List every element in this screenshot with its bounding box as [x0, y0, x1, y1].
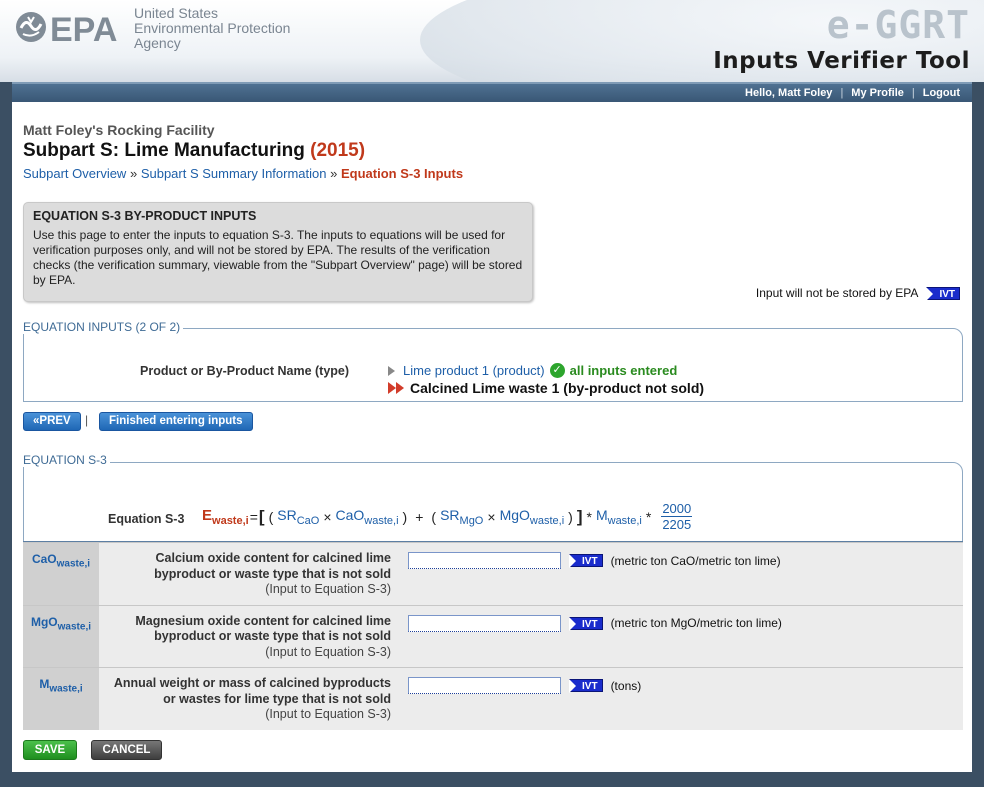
- breadcrumb-subpart-overview[interactable]: Subpart Overview: [23, 166, 126, 181]
- eq-mgo-waste: MgOwaste,i: [499, 507, 565, 527]
- breadcrumb-separator: »: [330, 166, 338, 181]
- prev-label: PREV: [39, 415, 71, 427]
- site-header: EPA United States Environmental Protecti…: [0, 0, 984, 82]
- equation-inputs-heading: EQUATION INPUTS (2 OF 2): [23, 320, 184, 334]
- variable-name: CaOwaste,i: [23, 542, 99, 605]
- current-product-name: Calcined Lime waste 1 (by-product not so…: [410, 379, 705, 396]
- breadcrumb-separator: »: [129, 166, 138, 181]
- eq-paren: ): [402, 509, 408, 525]
- annual-mass-input[interactable]: [408, 677, 561, 694]
- product-link[interactable]: Lime product 1 (product): [403, 363, 545, 378]
- input-cell: IVT (metric ton MgO/metric ton lime): [399, 604, 963, 668]
- eq-plus: +: [415, 509, 424, 525]
- equation-label: Equation S-3: [108, 512, 185, 526]
- eq-fraction-denominator: 2205: [662, 517, 692, 532]
- breadcrumb-summary-information[interactable]: Subpart S Summary Information: [141, 166, 327, 181]
- equation-heading: EQUATION S-3: [23, 453, 110, 467]
- variable-name: MgOwaste,i: [23, 604, 99, 668]
- ivt-badge-icon: IVT: [569, 616, 603, 631]
- ivt-legend-text: Input will not be stored by EPA: [755, 286, 919, 300]
- variable-description: Calcium oxide content for calcined lime …: [99, 542, 399, 605]
- product-name-label: Product or By-Product Name (type): [140, 364, 350, 378]
- app-name: e-GGRT: [826, 3, 970, 47]
- input-cell: IVT (metric ton CaO/metric ton lime): [399, 542, 963, 605]
- epa-logo-icon[interactable]: EPA: [12, 8, 132, 46]
- unit-label: (metric ton CaO/metric ton lime): [610, 553, 781, 568]
- unit-label: (tons): [610, 678, 642, 693]
- eq-sr-mgo: SRMgO: [440, 507, 484, 527]
- eq-bracket: ]: [576, 507, 583, 526]
- equation-formula: Ewaste,i = [ ( SRCaO × CaOwaste,i ) + ( …: [202, 501, 693, 532]
- logout-link[interactable]: Logout: [923, 87, 960, 99]
- reporting-year: (2015): [310, 140, 366, 161]
- cao-content-input[interactable]: [408, 552, 561, 569]
- checkmark-icon: ✓: [549, 363, 565, 378]
- product-list: Lime product 1 (product) ✓ all inputs en…: [388, 362, 704, 396]
- user-nav-bar: Hello, Matt Foley | My Profile | Logout: [12, 82, 972, 102]
- svg-text:EPA: EPA: [50, 11, 117, 46]
- eq-paren: (: [268, 509, 274, 525]
- eq-times: ×: [323, 509, 332, 525]
- arrow-right-icon: [388, 365, 395, 376]
- instructions-title: EQUATION S-3 BY-PRODUCT INPUTS: [33, 209, 257, 223]
- cancel-button[interactable]: CANCEL: [91, 740, 162, 760]
- eq-cao-waste: CaOwaste,i: [335, 507, 399, 527]
- variable-description: Magnesium oxide content for calcined lim…: [99, 604, 399, 668]
- product-item-current: Calcined Lime waste 1 (by-product not so…: [388, 379, 704, 396]
- eq-sr-cao: SRCaO: [277, 507, 320, 527]
- eq-paren: ): [568, 509, 573, 525]
- eq-lhs: Ewaste,i: [202, 507, 249, 527]
- variable-name: Mwaste,i: [23, 667, 99, 730]
- eq-m-waste: Mwaste,i: [595, 507, 642, 527]
- my-profile-link[interactable]: My Profile: [851, 87, 904, 99]
- eq-star: *: [645, 509, 652, 525]
- instructions-text: Use this page to enter the inputs to equ…: [33, 228, 523, 287]
- inputs-table: CaOwaste,i Calcium oxide content for cal…: [23, 542, 963, 730]
- agency-name: United States Environmental Protection A…: [134, 6, 290, 51]
- user-greeting: Hello, Matt Foley: [745, 87, 833, 99]
- breadcrumb-current-page: Equation S-3 Inputs: [341, 166, 464, 181]
- ivt-badge-icon: IVT: [569, 679, 603, 693]
- product-status: all inputs entered: [569, 363, 678, 378]
- facility-name: Matt Foley's Rocking Facility: [23, 122, 215, 138]
- eq-fraction: 2000 2205: [661, 501, 693, 532]
- ivt-badge-icon: IVT: [926, 286, 960, 301]
- tool-title: Inputs Verifier Tool: [713, 48, 970, 74]
- input-cell: IVT (tons): [399, 667, 963, 730]
- unit-label: (metric ton MgO/metric ton lime): [610, 616, 782, 630]
- eq-fraction-numerator: 2000: [661, 501, 693, 517]
- prev-button[interactable]: «PREV: [23, 412, 81, 431]
- table-row: CaOwaste,i Calcium oxide content for cal…: [23, 542, 963, 605]
- product-item[interactable]: Lime product 1 (product) ✓ all inputs en…: [388, 362, 704, 379]
- table-row: Mwaste,i Annual weight or mass of calcin…: [23, 667, 963, 730]
- variable-description: Annual weight or mass of calcined byprod…: [99, 667, 399, 730]
- ivt-legend: Input will not be stored by EPA IVT: [755, 286, 960, 301]
- nav-separator: |: [840, 87, 844, 99]
- eq-paren: (: [431, 509, 437, 525]
- agency-line-1: United States: [134, 5, 219, 21]
- finished-entering-inputs-button[interactable]: Finished entering inputs: [99, 412, 253, 431]
- main-content: Matt Foley's Rocking Facility Subpart S:…: [12, 102, 972, 772]
- save-button[interactable]: SAVE: [23, 740, 77, 760]
- eq-star: *: [586, 509, 592, 525]
- page-title: Subpart S: Lime Manufacturing (2015): [23, 140, 365, 162]
- eq-times: ×: [487, 509, 496, 525]
- current-arrow-icon: [388, 381, 404, 394]
- mgo-content-input[interactable]: [408, 614, 561, 632]
- eq-bracket: [: [258, 507, 265, 526]
- agency-line-3: Agency: [134, 35, 181, 51]
- subpart-title-text: Subpart S: Lime Manufacturing: [23, 140, 305, 161]
- breadcrumb: Subpart Overview » Subpart S Summary Inf…: [23, 166, 463, 181]
- button-separator: |: [85, 413, 89, 427]
- table-row: MgOwaste,i Magnesium oxide content for c…: [23, 604, 963, 668]
- instructions-box: EQUATION S-3 BY-PRODUCT INPUTS Use this …: [23, 202, 533, 302]
- agency-line-2: Environmental Protection: [134, 20, 291, 36]
- eq-equals: =: [249, 509, 258, 525]
- ivt-badge-icon: IVT: [569, 554, 603, 568]
- nav-separator: |: [911, 87, 915, 99]
